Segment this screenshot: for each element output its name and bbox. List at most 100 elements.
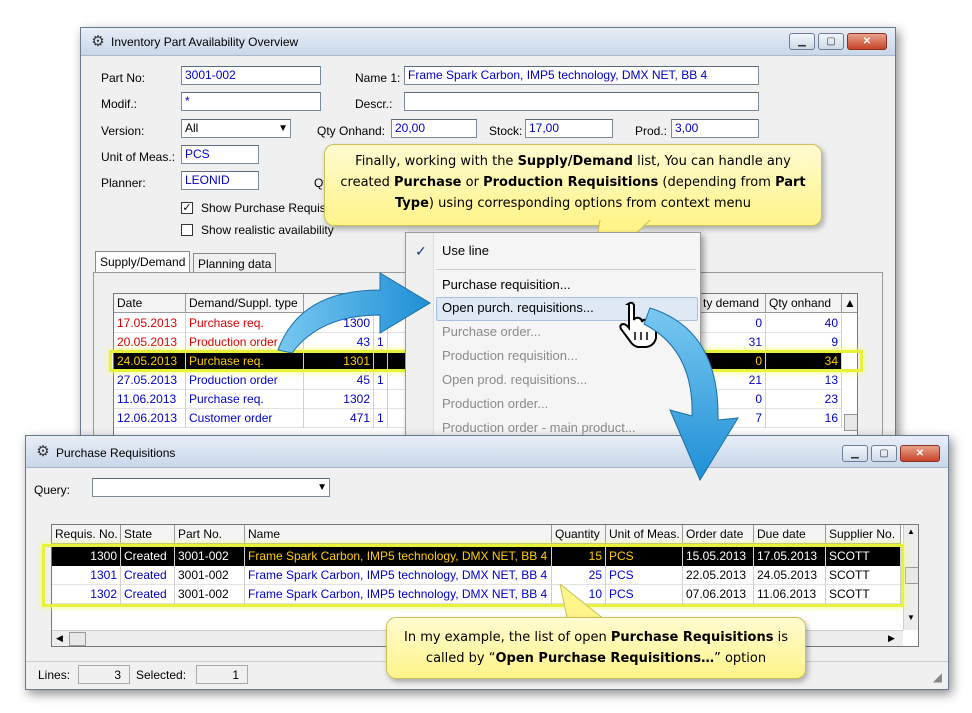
show-purchase-label: Show Purchase Requisi xyxy=(201,201,329,215)
pr-col-header-name[interactable]: Name xyxy=(245,525,552,544)
cell-extra: 1 xyxy=(374,371,388,390)
cell-qty-onhand: 23 xyxy=(766,390,842,409)
scroll-down-icon[interactable]: ▼ xyxy=(907,613,915,622)
close-button[interactable]: ✕ xyxy=(847,33,887,50)
col-header-date[interactable]: Date xyxy=(114,294,186,313)
prod-field[interactable]: 3,00 xyxy=(671,119,759,138)
callout-bottom-text-1: In my example, the list of open xyxy=(403,630,611,645)
callout-top-text-4: (depending from xyxy=(658,175,776,190)
show-realistic-checkbox[interactable] xyxy=(181,224,193,236)
requisitions-highlight xyxy=(42,544,904,607)
callout-bottom-bold-2: Open Purchase Requisitions… xyxy=(495,651,715,666)
cell-date: 27.05.2013 xyxy=(114,371,186,390)
name1-field[interactable]: Frame Spark Carbon, IMP5 technology, DMX… xyxy=(404,66,759,85)
scroll-left-icon[interactable]: ◀ xyxy=(56,633,63,644)
unit-field[interactable]: PCS xyxy=(181,145,259,164)
query-label: Query: xyxy=(34,483,71,497)
menu-item-5[interactable]: Open prod. requisitions... xyxy=(442,372,587,387)
menu-item-7[interactable]: Production order - main product... xyxy=(442,420,636,435)
scroll-right-icon[interactable]: ▶ xyxy=(888,633,895,644)
col-header-qty-onhand[interactable]: Qty onhand xyxy=(766,294,842,313)
modif-field[interactable]: * xyxy=(181,92,321,111)
menu-separator xyxy=(436,269,696,270)
descr-label: Descr.: xyxy=(355,97,393,111)
cell-number: 45 xyxy=(304,371,374,390)
callout-top-text-3: or xyxy=(461,175,484,190)
cell-extra: 1 xyxy=(374,409,388,428)
descr-field[interactable] xyxy=(404,92,759,111)
menu-item-4[interactable]: Production requisition... xyxy=(442,348,578,363)
cell-extra xyxy=(374,390,388,409)
pr-col-header-supplier[interactable]: Supplier No. xyxy=(826,525,901,544)
horizontal-scroll-thumb[interactable] xyxy=(69,632,86,646)
cell-type: Customer order xyxy=(186,409,304,428)
callout-bottom-bold-1: Purchase Requisitions xyxy=(610,630,774,645)
qty-onhand-label: Qty Onhand: xyxy=(317,124,386,138)
pr-col-header-part[interactable]: Part No. xyxy=(175,525,245,544)
part-no-field[interactable]: 3001-002 xyxy=(181,66,321,85)
app-gear-icon: ⚙ xyxy=(91,33,105,50)
query-select[interactable]: ▼ xyxy=(92,478,330,497)
arrow-to-menu xyxy=(277,272,431,354)
cell-qty-onhand: 16 xyxy=(766,409,842,428)
show-realistic-label: Show realistic availability xyxy=(201,223,334,237)
planner-label: Planner: xyxy=(101,176,146,190)
cell-date: 11.06.2013 xyxy=(114,390,186,409)
purchase-title: Purchase Requisitions xyxy=(56,446,176,460)
tab-supply-demand[interactable]: Supply/Demand xyxy=(95,251,191,273)
selected-label: Selected: xyxy=(136,668,187,682)
version-select[interactable]: All ▼ xyxy=(181,119,291,138)
callout-top-bold-1: Supply/Demand xyxy=(517,154,633,169)
pr-col-header-qty[interactable]: Quantity xyxy=(552,525,606,544)
lines-count: 3 xyxy=(78,665,130,684)
query-dropdown-icon[interactable]: ▼ xyxy=(317,479,327,496)
arrow-to-requisitions xyxy=(643,307,739,482)
grid-scroll-thumb[interactable] xyxy=(844,414,857,431)
version-label: Version: xyxy=(101,124,145,138)
modif-label: Modif.: xyxy=(101,97,138,111)
version-value: All xyxy=(185,121,199,135)
show-purchase-checkbox[interactable]: ✓ xyxy=(181,202,193,214)
cell-number: 471 xyxy=(304,409,374,428)
menu-item-1[interactable]: Purchase requisition... xyxy=(442,277,571,292)
dropdown-arrow-icon[interactable]: ▼ xyxy=(278,120,288,137)
cell-date: 12.06.2013 xyxy=(114,409,186,428)
callout-top-text-1: Finally, working with the xyxy=(355,154,518,169)
purchase-titlebar[interactable]: ⚙ Purchase Requisitions ▁ ▢ ✕ xyxy=(26,436,948,468)
callout-top: Finally, working with the Supply/Demand … xyxy=(324,144,822,226)
callout-bottom: In my example, the list of open Purchase… xyxy=(386,617,806,679)
pr-col-header-unit[interactable]: Unit of Meas. xyxy=(606,525,683,544)
qty-onhand-field[interactable]: 20,00 xyxy=(391,119,477,138)
minimize-button[interactable]: ▁ xyxy=(789,33,815,50)
callout-top-bold-3: Production Requisitions xyxy=(483,175,659,190)
unit-label: Unit of Meas.: xyxy=(101,150,176,164)
cell-type: Production order xyxy=(186,371,304,390)
part-no-label: Part No: xyxy=(101,71,146,85)
sort-up-icon[interactable]: ▲ xyxy=(842,294,857,313)
vertical-scroll-thumb[interactable] xyxy=(905,567,918,584)
maximize-button[interactable]: ▢ xyxy=(818,33,844,50)
scroll-up-icon[interactable]: ▲ xyxy=(907,527,915,536)
stock-label: Stock: xyxy=(489,124,523,138)
cell-date: 17.05.2013 xyxy=(114,314,186,333)
purchase-maximize-button[interactable]: ▢ xyxy=(871,445,897,462)
selected-count: 1 xyxy=(196,665,248,684)
purchase-gear-icon: ⚙ xyxy=(36,443,50,460)
resize-grip-icon[interactable]: ◢ xyxy=(933,670,942,684)
cell-type: Purchase req. xyxy=(186,390,304,409)
menu-item-6[interactable]: Production order... xyxy=(442,396,548,411)
callout-bottom-text-3: ” option xyxy=(714,651,767,666)
purchase-close-button[interactable]: ✕ xyxy=(900,445,940,462)
pr-col-header-due[interactable]: Due date xyxy=(754,525,826,544)
purchase-minimize-button[interactable]: ▁ xyxy=(842,445,868,462)
stock-field[interactable]: 17,00 xyxy=(525,119,613,138)
inventory-title: Inventory Part Availability Overview xyxy=(111,35,299,49)
planner-field[interactable]: LEONID xyxy=(181,171,259,190)
inventory-titlebar[interactable]: ⚙ Inventory Part Availability Overview ▁… xyxy=(81,28,895,56)
pr-col-header-order[interactable]: Order date xyxy=(683,525,754,544)
cell-number: 1302 xyxy=(304,390,374,409)
menu-item-2[interactable]: Open purch. requisitions... xyxy=(442,300,594,315)
pr-col-header-state[interactable]: State xyxy=(121,525,175,544)
callout-top-bold-2: Purchase xyxy=(394,175,462,190)
pr-col-header-requis[interactable]: Requis. No. xyxy=(52,525,121,544)
